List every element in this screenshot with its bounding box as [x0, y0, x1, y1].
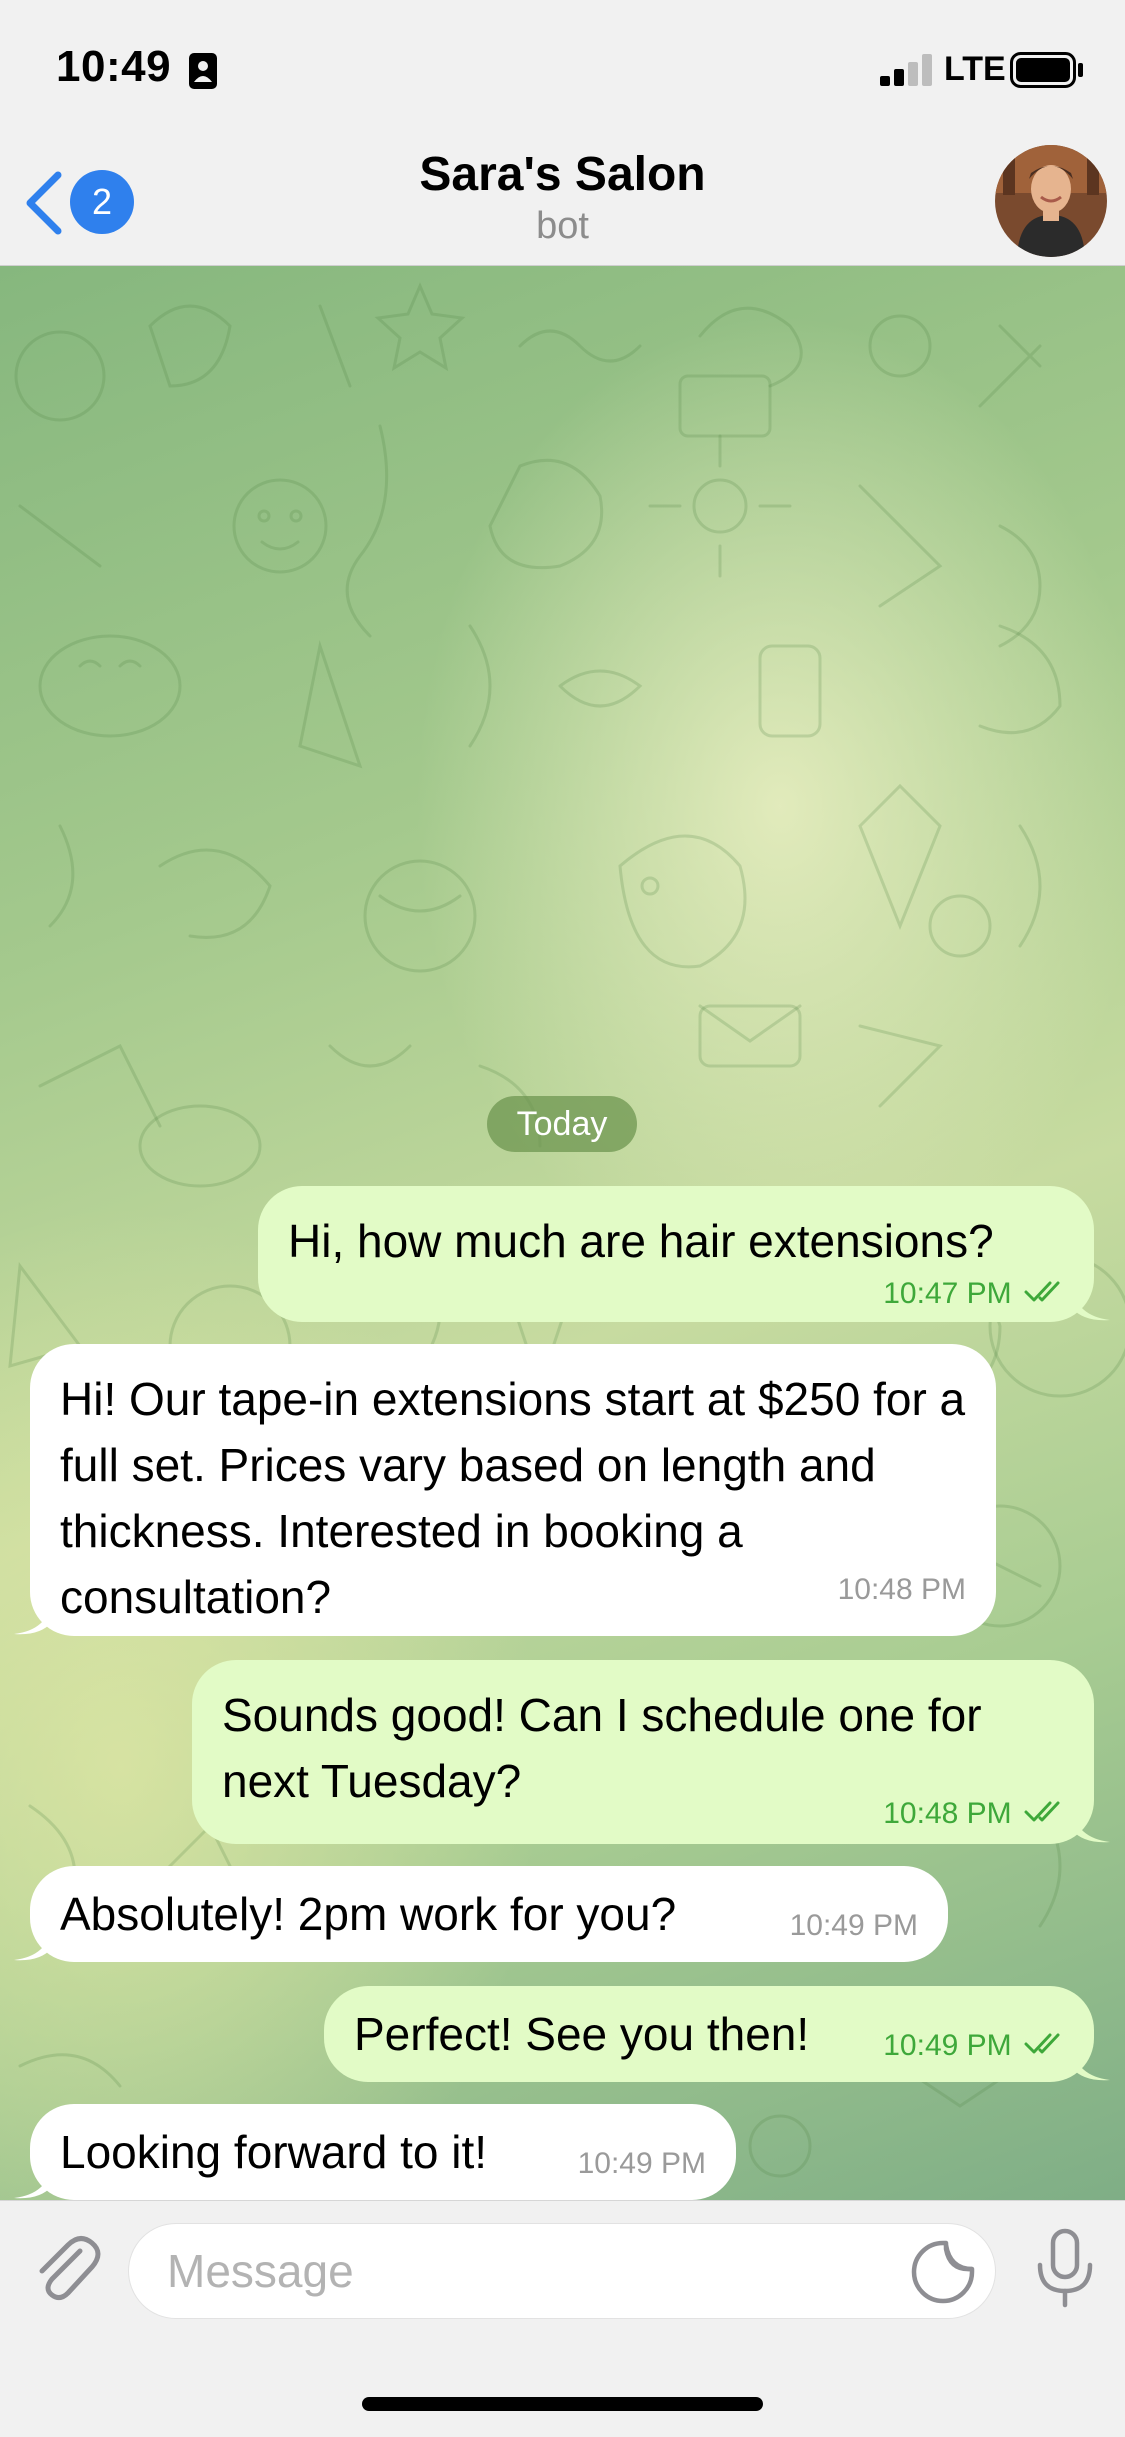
status-time: 10:49	[56, 42, 172, 91]
chevron-left-icon	[22, 171, 66, 240]
network-type: LTE	[944, 50, 1006, 88]
message-text: Hi, how much are hair extensions?	[288, 1215, 994, 1267]
message-bubble-incoming[interactable]: Absolutely! 2pm work for you? 10:49 PM	[14, 1866, 948, 1962]
chat-subtitle: bot	[536, 205, 589, 247]
message-bubble-outgoing[interactable]: Hi, how much are hair extensions? 10:47 …	[258, 1186, 1110, 1322]
avatar[interactable]	[995, 145, 1107, 257]
bubble-tail	[14, 1600, 52, 1635]
message-meta: 10:47 PM	[883, 1276, 1066, 1313]
message-time: 10:48 PM	[883, 1797, 1012, 1830]
message-bubble-outgoing[interactable]: Sounds good! Can I schedule one for next…	[192, 1660, 1110, 1844]
chat-messages-area[interactable]: Today Hi, how much are hair extensions? …	[0, 266, 1125, 2200]
battery-icon	[1010, 52, 1084, 93]
home-indicator	[362, 2397, 763, 2411]
chat-header: 2 Sara's Salon bot	[0, 135, 1125, 266]
message-text: Sounds good! Can I schedule one for next…	[222, 1689, 982, 1807]
message-meta: 10:48 PM	[883, 1796, 1066, 1833]
message-time: 10:49 PM	[577, 2147, 706, 2180]
bubble-tail	[14, 1926, 52, 1961]
contact-card-icon	[188, 52, 218, 95]
bubble-tail	[1072, 1808, 1110, 1843]
message-bubble-outgoing[interactable]: Perfect! See you then! 10:49 PM	[324, 1986, 1110, 2082]
sticker-icon	[911, 2240, 975, 2304]
bubble-tail	[1072, 1286, 1110, 1321]
date-separator: Today	[487, 1096, 637, 1152]
cellular-signal-icon	[880, 54, 936, 91]
message-time: 10:48 PM	[837, 1573, 966, 1606]
bubble-tail	[1072, 2046, 1110, 2081]
message-text: Hi! Our tape-in extensions start at $250…	[60, 1373, 966, 1623]
sticker-button[interactable]	[910, 2239, 976, 2305]
attach-button[interactable]	[28, 2231, 104, 2307]
message-time: 10:49 PM	[883, 2029, 1012, 2062]
message-time: 10:49 PM	[789, 1909, 918, 1942]
message-time: 10:47 PM	[883, 1277, 1012, 1310]
unread-count-badge: 2	[70, 170, 134, 234]
read-checkmarks-icon	[1024, 1277, 1066, 1313]
read-checkmarks-icon	[1024, 2029, 1066, 2065]
microphone-icon	[1037, 2228, 1093, 2308]
microphone-button[interactable]	[1030, 2227, 1100, 2311]
message-bubble-incoming[interactable]: Looking forward to it! 10:49 PM	[14, 2104, 736, 2200]
bubble-tail	[14, 2164, 52, 2199]
back-button[interactable]: 2	[18, 165, 138, 241]
message-bubble-incoming[interactable]: Hi! Our tape-in extensions start at $250…	[14, 1344, 996, 1636]
read-checkmarks-icon	[1024, 1797, 1066, 1833]
message-meta: 10:49 PM	[883, 2028, 1066, 2065]
status-bar: 10:49 LTE	[0, 0, 1125, 135]
chat-title[interactable]: Sara's Salon	[300, 147, 825, 202]
message-input[interactable]	[128, 2223, 996, 2319]
paperclip-icon	[39, 2236, 101, 2301]
